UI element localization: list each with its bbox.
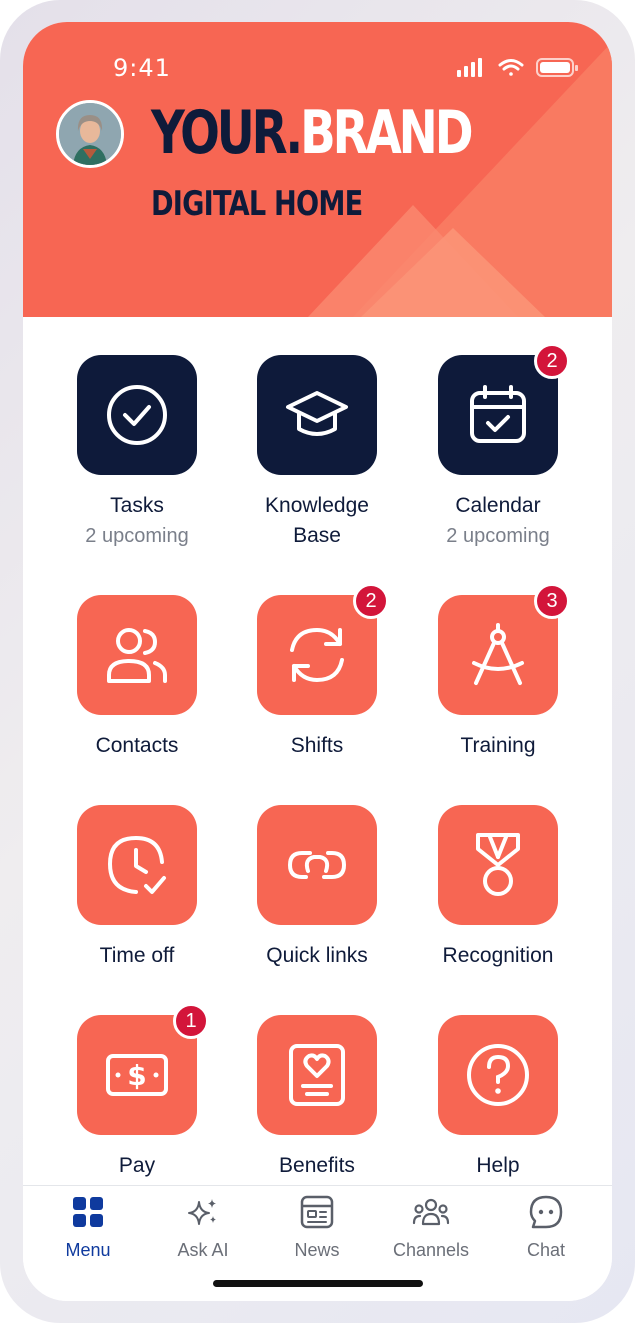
pay-button[interactable]: $ 1 xyxy=(77,1003,209,1135)
tile-label: Calendar xyxy=(455,494,541,517)
tile-contacts[interactable]: Contacts xyxy=(77,595,197,761)
benefits-button[interactable] xyxy=(257,1015,377,1135)
tasks-button[interactable] xyxy=(77,355,197,475)
nav-label: News xyxy=(294,1240,340,1260)
tile-time-off[interactable]: Time off xyxy=(77,805,197,971)
question-circle-icon xyxy=(467,1044,529,1106)
tile-label: Shifts xyxy=(290,734,344,757)
tile-training[interactable]: 3 Training xyxy=(438,583,570,761)
tile-label: Benefits xyxy=(279,1154,355,1177)
tile-label: Pay xyxy=(118,1154,156,1177)
brand-subtitle: DIGITAL HOME xyxy=(151,184,363,224)
tile-help[interactable]: Help xyxy=(438,1015,558,1181)
contacts-button[interactable] xyxy=(77,595,197,715)
status-icons xyxy=(455,56,580,83)
tile-quick-links[interactable]: Quick links xyxy=(257,805,377,971)
svg-text:$: $ xyxy=(127,1059,146,1092)
chat-bubble-icon xyxy=(491,1194,601,1230)
group-icon xyxy=(376,1194,486,1230)
compass-icon xyxy=(472,623,524,685)
medal-icon xyxy=(476,833,520,896)
notification-badge: 3 xyxy=(534,583,570,619)
brand-logo: YOUR.BRAND xyxy=(151,98,474,168)
nav-chat[interactable]: Chat xyxy=(491,1194,601,1261)
tile-label: Contacts xyxy=(95,734,179,757)
notification-badge: 2 xyxy=(534,343,570,379)
tile-shifts[interactable]: 2 Shifts xyxy=(257,583,389,761)
nav-ask-ai[interactable]: Ask AI xyxy=(148,1194,258,1261)
tile-label: Help xyxy=(476,1154,520,1177)
nav-label: Chat xyxy=(526,1240,566,1260)
calendar-button[interactable]: 2 xyxy=(438,343,570,475)
tile-label: Recognition xyxy=(442,944,554,967)
battery-icon xyxy=(536,58,578,77)
check-circle-icon xyxy=(107,385,167,445)
nav-channels[interactable]: Channels xyxy=(376,1194,486,1261)
sparkles-icon xyxy=(148,1194,258,1230)
grid-icon xyxy=(33,1194,143,1230)
status-time: 9:41 xyxy=(113,54,171,82)
tile-label: Time off xyxy=(99,944,175,967)
notification-badge: 2 xyxy=(353,583,389,619)
signal-icon xyxy=(457,58,482,77)
nav-label: Menu xyxy=(65,1240,111,1260)
users-icon xyxy=(107,628,167,683)
tile-label: Quick links xyxy=(266,944,368,967)
clock-check-icon xyxy=(107,835,166,894)
tile-sublabel: 2 upcoming xyxy=(446,525,550,547)
help-button[interactable] xyxy=(438,1015,558,1135)
newspaper-icon xyxy=(262,1194,372,1230)
home-indicator[interactable] xyxy=(213,1280,423,1287)
graduation-cap-icon xyxy=(286,391,348,436)
tile-pay[interactable]: $ 1 Pay xyxy=(77,1003,209,1181)
tile-label: Knowledge xyxy=(265,494,369,517)
time-off-button[interactable] xyxy=(77,805,197,925)
wifi-icon xyxy=(498,59,524,76)
phone-screen: 9:41 YOUR.BRAND DIGITAL HOME Tasks 2 upc… xyxy=(23,22,612,1301)
recognition-button[interactable] xyxy=(438,805,558,925)
tile-calendar[interactable]: 2 Calendar 2 upcoming xyxy=(438,343,570,551)
tile-label: Training xyxy=(460,734,536,757)
refresh-icon xyxy=(290,627,344,683)
tile-recognition[interactable]: Recognition xyxy=(438,805,558,971)
app-header: 9:41 YOUR.BRAND DIGITAL HOME xyxy=(23,22,612,317)
shifts-button[interactable]: 2 xyxy=(257,583,389,715)
banknote-icon: $ xyxy=(106,1054,168,1096)
tile-sublabel: 2 upcoming xyxy=(85,525,189,547)
knowledge-base-button[interactable] xyxy=(257,355,377,475)
quick-links-button[interactable] xyxy=(257,805,377,925)
nav-label: Channels xyxy=(392,1240,470,1260)
tile-label: Tasks xyxy=(110,494,164,517)
tile-label-line2: Base xyxy=(293,524,341,547)
training-button[interactable]: 3 xyxy=(438,583,570,715)
tile-knowledge-base[interactable]: Knowledge Base xyxy=(257,355,377,551)
nav-label: Ask AI xyxy=(177,1240,229,1260)
nav-menu[interactable]: Menu xyxy=(33,1194,143,1261)
heart-document-icon xyxy=(289,1044,345,1106)
tile-tasks[interactable]: Tasks 2 upcoming xyxy=(77,355,197,551)
calendar-check-icon xyxy=(470,385,526,443)
tile-benefits[interactable]: Benefits xyxy=(257,1015,377,1181)
notification-badge: 1 xyxy=(173,1003,209,1039)
link-icon xyxy=(287,851,347,879)
nav-news[interactable]: News xyxy=(262,1194,372,1261)
avatar[interactable] xyxy=(56,100,124,168)
